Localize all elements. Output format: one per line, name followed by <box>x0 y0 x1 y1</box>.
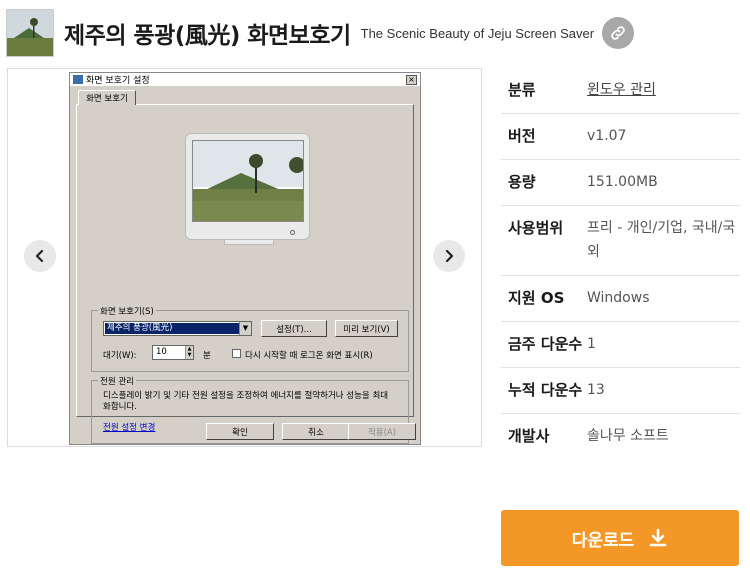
info-value: v1.07 <box>587 128 627 144</box>
info-value: Windows <box>587 290 650 306</box>
resume-checkbox-label: 다시 시작할 때 로그온 화면 표시(R) <box>245 351 373 361</box>
screenshot-gallery: 화면 보호기 설정 × 화면 보호기 화면 보호기(S) 제주의 풍광(風光) … <box>7 68 482 447</box>
chevron-down-icon: ▼ <box>239 322 251 335</box>
info-row-total-downloads: 누적 다운수 13 <box>501 368 740 414</box>
link-icon <box>611 26 625 40</box>
screensaver-select: 제주의 풍광(風光) ▼ <box>103 321 252 336</box>
share-link-button[interactable] <box>602 17 635 49</box>
power-settings-link: 전원 설정 변경 <box>103 423 156 433</box>
dialog-panel: 화면 보호기(S) 제주의 풍광(風光) ▼ 설정(T)... 미리 보기(V)… <box>76 104 414 444</box>
info-row-developer: 개발사 솔나무 소프트 <box>501 414 740 459</box>
ok-button: 확인 <box>206 423 274 440</box>
dialog-titlebar: 화면 보호기 설정 × <box>70 73 420 86</box>
info-key: 사용범위 <box>508 219 564 237</box>
download-icon <box>649 528 667 547</box>
download-label: 다운로드 <box>571 530 635 551</box>
window-icon <box>73 75 83 84</box>
info-key: 용량 <box>508 173 536 191</box>
header: 제주의 풍광(風光) 화면보호기 The Scenic Beauty of Je… <box>6 8 635 58</box>
info-key: 분류 <box>508 81 536 99</box>
chevron-right-icon <box>445 249 454 263</box>
wait-spinner: 10 ▲ ▼ <box>152 345 194 360</box>
dialog-title: 화면 보호기 설정 <box>86 76 150 86</box>
gallery-next-button[interactable] <box>433 240 465 272</box>
download-button[interactable]: 다운로드 <box>501 510 739 566</box>
preview-image <box>192 140 304 222</box>
cancel-button: 취소 <box>282 423 350 440</box>
info-row-weekly-downloads: 금주 다운수 1 <box>501 322 740 368</box>
page-subtitle: The Scenic Beauty of Jeju Screen Saver <box>360 25 595 41</box>
dialog-tab: 화면 보호기 <box>78 90 136 105</box>
power-dot <box>290 230 295 235</box>
dialog-close-icon: × <box>406 74 417 85</box>
app-thumbnail <box>6 9 54 57</box>
screenshot-image: 화면 보호기 설정 × 화면 보호기 화면 보호기(S) 제주의 풍광(風光) … <box>69 72 421 445</box>
monitor-stand <box>224 240 274 245</box>
wait-unit: 분 <box>203 351 211 361</box>
resume-checkbox <box>232 349 241 358</box>
info-value: 1 <box>587 336 596 352</box>
info-value: 151.00MB <box>587 174 658 190</box>
info-value: 프리 - 개인/기업, 국내/국외 <box>587 220 736 260</box>
selected-screensaver: 제주의 풍광(風光) <box>105 323 239 334</box>
chevron-left-icon <box>35 249 44 263</box>
info-row-os: 지원 OS Windows <box>501 276 740 322</box>
wait-value: 10 <box>156 347 167 357</box>
info-row-license: 사용범위 프리 - 개인/기업, 국내/국외 <box>501 206 740 276</box>
info-key: 지원 OS <box>508 289 565 307</box>
info-row-category: 분류 윈도우 관리 <box>501 68 740 114</box>
gallery-prev-button[interactable] <box>24 240 56 272</box>
page-title: 제주의 풍광(風光) 화면보호기 <box>64 23 351 49</box>
info-key: 개발사 <box>508 427 550 445</box>
info-key: 누적 다운수 <box>508 381 583 399</box>
monitor-preview <box>185 133 310 245</box>
info-key: 버전 <box>508 127 536 145</box>
app-info-table: 분류 윈도우 관리 버전 v1.07 용량 151.00MB 사용범위 프리 -… <box>501 68 740 459</box>
screensaver-group: 화면 보호기(S) 제주의 풍광(風光) ▼ 설정(T)... 미리 보기(V)… <box>91 305 409 372</box>
info-value: 13 <box>587 382 605 398</box>
info-value: 솔나무 소프트 <box>587 428 669 444</box>
info-row-version: 버전 v1.07 <box>501 114 740 160</box>
info-key: 금주 다운수 <box>508 335 583 353</box>
wait-label: 대기(W): <box>103 351 137 361</box>
power-group-label: 전원 관리 <box>98 375 136 387</box>
info-row-size: 용량 151.00MB <box>501 160 740 206</box>
preview-button: 미리 보기(V) <box>335 320 398 337</box>
spinner-arrows-icon: ▲ ▼ <box>185 346 193 359</box>
settings-button: 설정(T)... <box>261 320 327 337</box>
apply-button: 적용(A) <box>348 423 416 440</box>
category-link[interactable]: 윈도우 관리 <box>587 78 656 102</box>
power-description: 디스플레이 밝기 및 기타 전원 설정을 조정하여 에너지를 절약하거나 성능을… <box>103 391 389 412</box>
screensaver-group-label: 화면 보호기(S) <box>98 305 156 317</box>
